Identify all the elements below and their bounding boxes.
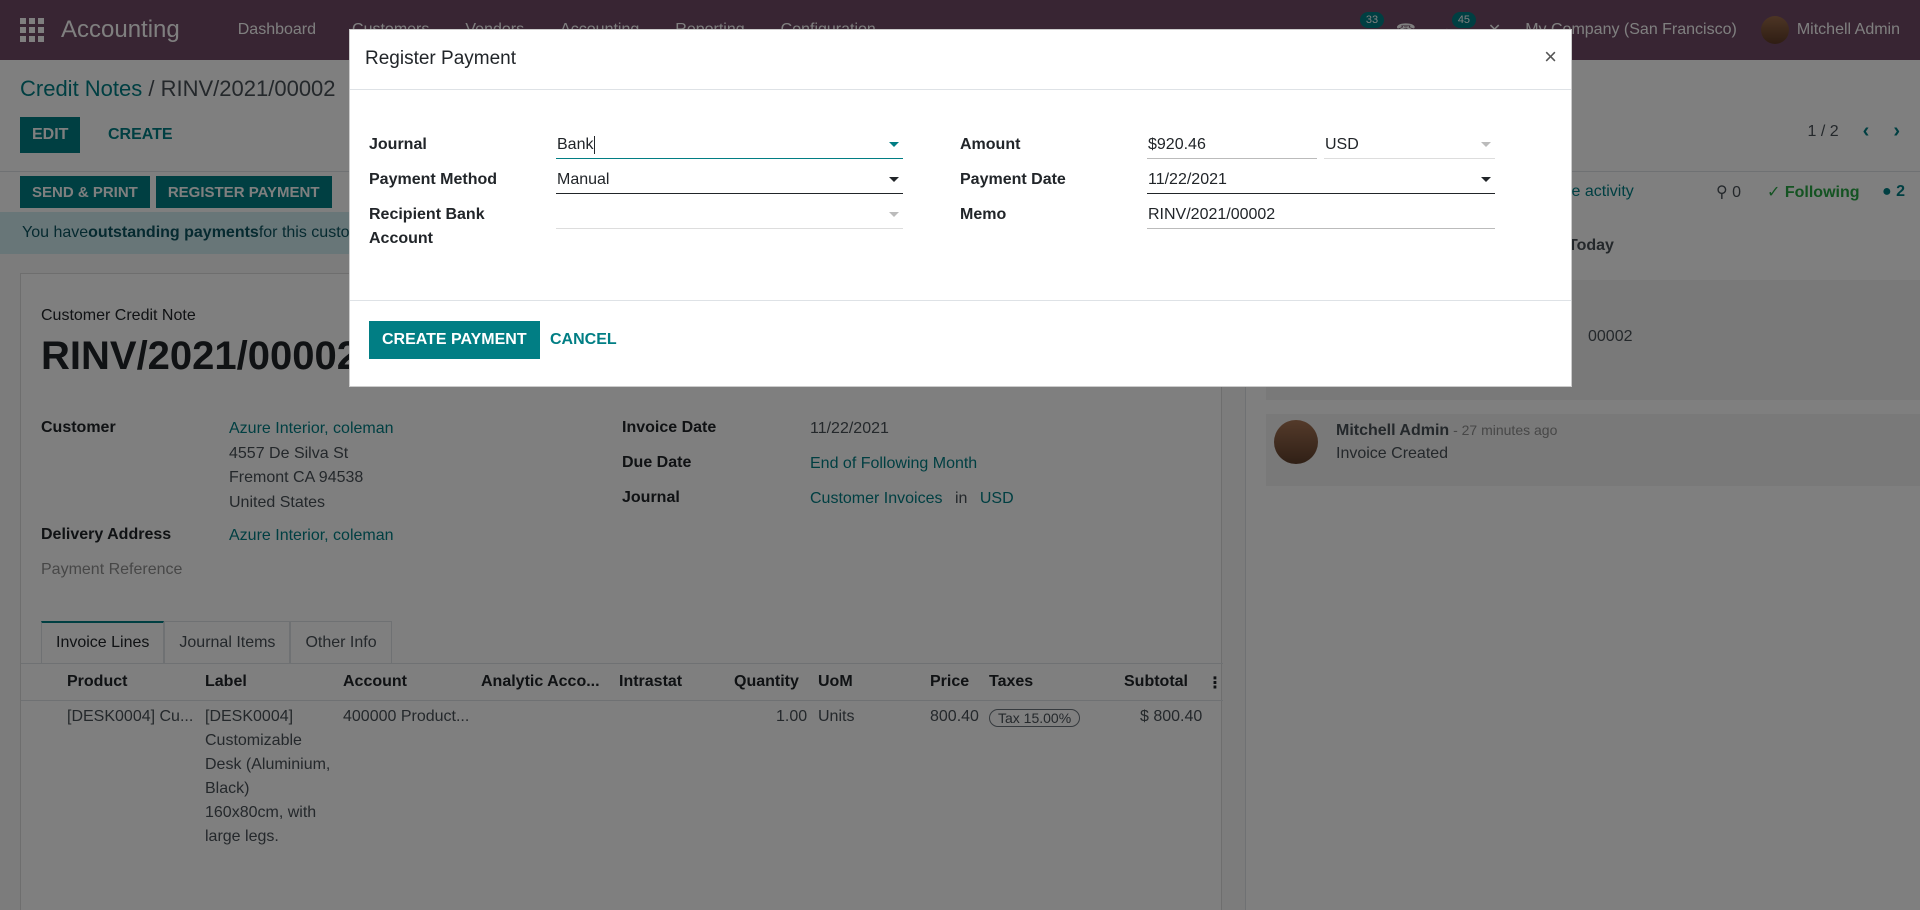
modal-footer: CREATE PAYMENT CANCEL [350,300,1571,388]
payment-date-value: 11/22/2021 [1148,170,1227,188]
journal-select-value: Bank [557,135,594,153]
payment-method-value: Manual [557,170,610,188]
journal-select[interactable]: Bank [556,131,903,159]
cancel-button[interactable]: CANCEL [550,321,617,359]
recipient-bank-account-select[interactable] [556,201,903,229]
payment-date-label: Payment Date [960,171,1066,188]
recipient-bank-account-label-line2: Account [369,230,433,247]
payment-method-label: Payment Method [369,171,498,188]
payment-date-dropdown-icon[interactable] [1481,177,1491,182]
modal-header: Register Payment × [350,30,1571,90]
memo-value: RINV/2021/00002 [1148,205,1276,223]
currency-select[interactable]: USD [1324,131,1495,159]
payment-method-dropdown-icon[interactable] [889,177,899,182]
payment-method-select[interactable]: Manual [556,166,903,194]
amount-value: $920.46 [1148,135,1206,153]
amount-input[interactable]: $920.46 [1147,131,1317,159]
memo-input[interactable]: RINV/2021/00002 [1147,201,1495,229]
journal-field-label: Journal [369,136,427,153]
currency-dropdown-icon[interactable] [1481,142,1491,147]
payment-date-input[interactable]: 11/22/2021 [1147,166,1495,194]
modal-title: Register Payment [365,48,517,69]
journal-dropdown-icon[interactable] [889,142,899,147]
register-payment-dialog: Register Payment × Journal Bank Payment … [349,29,1572,387]
create-payment-button[interactable]: CREATE PAYMENT [369,321,540,359]
text-cursor [594,135,596,154]
recipient-bank-account-label-line1: Recipient Bank [369,206,485,223]
memo-label: Memo [960,206,1007,223]
recipient-dropdown-icon[interactable] [889,212,899,217]
amount-label: Amount [960,136,1021,153]
currency-value: USD [1325,135,1359,153]
close-icon[interactable]: × [1544,44,1557,70]
